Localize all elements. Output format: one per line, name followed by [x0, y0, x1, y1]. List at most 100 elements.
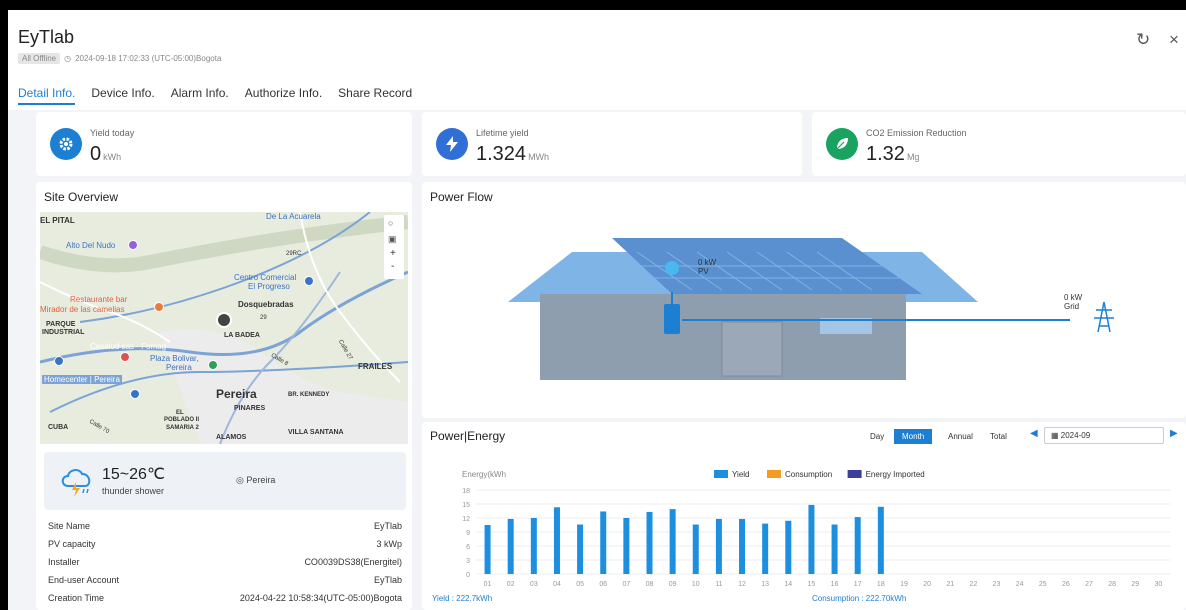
leaf-icon: [826, 128, 858, 160]
legend-label: Consumption: [785, 470, 832, 479]
poi-marker-icon: [120, 352, 130, 362]
tab-authorize-info[interactable]: Authorize Info.: [245, 86, 322, 105]
info-value: EyTlab: [373, 521, 402, 531]
y-tick-label: 0: [466, 572, 470, 579]
date-picker[interactable]: ▦ 2024-09: [1044, 427, 1164, 444]
range-annual-button[interactable]: Annual: [940, 429, 981, 444]
map-label: LA BADEA: [224, 332, 260, 339]
yield-today-label: Yield today: [90, 128, 135, 138]
grid-value: 0 kW: [1064, 293, 1083, 302]
energy-bar-chart: Energy(kWh0369121518Yield Consumption Ener…: [462, 470, 1170, 588]
x-tick-label: 28: [1108, 581, 1116, 588]
map-label: 29RC: [286, 251, 302, 257]
bar: [877, 506, 884, 574]
weather-location: ◎ Pereira: [236, 475, 276, 485]
prev-arrow-icon[interactable]: ◀: [1030, 428, 1038, 439]
map-label: De La Acuarela: [266, 212, 321, 221]
lifetime-yield-value: 1.324 MWh: [476, 143, 550, 165]
map-label: Dosquebradas: [238, 300, 294, 309]
page-title: EyTlab: [18, 27, 75, 47]
close-icon[interactable]: ×: [1169, 30, 1179, 50]
site-overview-title: Site Overview: [44, 190, 119, 204]
map-label: SAMARIA 2: [166, 425, 199, 431]
info-value: 3 kWp: [376, 539, 402, 549]
info-row: End-user Account EyTlab: [48, 575, 402, 585]
map-label: Centro Comercial: [234, 273, 297, 282]
x-tick-label: 09: [669, 581, 677, 588]
map-label: EL PITAL: [40, 216, 75, 225]
lifetime-yield-label: Lifetime yield: [476, 128, 529, 138]
info-label: Site Name: [48, 521, 91, 531]
poi-marker-icon: [54, 356, 64, 366]
x-tick-label: 22: [969, 581, 977, 588]
map-zoom-out-icon[interactable]: -: [391, 261, 394, 272]
tab-detail-info[interactable]: Detail Info.: [18, 86, 76, 105]
co2-reduction-value: 1.32 Mg: [866, 143, 920, 165]
x-tick-label: 07: [622, 581, 630, 588]
yield-today-value: 0 kWh: [90, 143, 122, 165]
map-label: PARQUE: [46, 321, 76, 328]
legend-swatch: [714, 470, 728, 478]
y-tick-label: 12: [462, 516, 470, 523]
x-tick-label: 18: [877, 581, 885, 588]
yield-total: Yield : 222.7kWh: [432, 594, 493, 603]
x-tick-label: 08: [646, 581, 654, 588]
legend-label: Energy Imported: [866, 470, 925, 479]
map-label: El Progreso: [248, 282, 290, 291]
next-arrow-icon[interactable]: ▶: [1170, 428, 1178, 439]
pv-label: PV: [698, 267, 709, 276]
x-tick-label: 29: [1131, 581, 1139, 588]
map-zoom-in-icon[interactable]: +: [390, 248, 396, 259]
info-row: Creation Time 2024-04-22 10:58:34(UTC-05:…: [48, 593, 402, 603]
map-label: ALAMOS: [216, 434, 247, 441]
x-tick-label: 13: [761, 581, 769, 588]
legend-swatch: [847, 470, 862, 478]
power-flow-panel: Power Flow 0 kW PV 0 kW Grid: [422, 182, 1186, 418]
bar: [854, 517, 861, 574]
bar: [762, 523, 769, 574]
x-tick-label: 10: [692, 581, 700, 588]
map-label: Plaza Bolivar,: [150, 354, 199, 363]
x-tick-label: 11: [715, 581, 722, 588]
bar: [692, 524, 699, 574]
map-layers-icon[interactable]: ▣: [388, 234, 397, 245]
x-tick-label: 15: [808, 581, 816, 588]
y-tick-label: 18: [462, 488, 470, 495]
status-timestamp: 2024-09-18 17:02:33 (UTC-05:00)Bogota: [75, 54, 222, 63]
info-label: PV capacity: [48, 539, 96, 549]
map-label: Mirador de las camelias: [40, 305, 125, 314]
site-location-marker-icon[interactable]: [216, 312, 232, 328]
bar: [808, 504, 815, 574]
x-tick-label: 02: [507, 581, 515, 588]
map-locate-icon[interactable]: ○: [388, 218, 393, 228]
poi-marker-icon: [128, 240, 138, 250]
power-energy-title: Power|Energy: [430, 429, 506, 443]
gear-icon: [50, 128, 82, 160]
site-detail-window: EyTlab ↻ × All Offline ◷ 2024-09-18 17:0…: [8, 10, 1186, 610]
site-map[interactable]: EL PITAL De La Acuarela Alto Del Nudo 29…: [40, 212, 408, 444]
refresh-icon[interactable]: ↻: [1136, 30, 1150, 50]
status-badge: All Offline: [18, 53, 61, 64]
tab-device-info[interactable]: Device Info.: [91, 86, 154, 105]
x-tick-label: 06: [599, 581, 607, 588]
lifetime-yield-card: Lifetime yield 1.324 MWh: [422, 112, 802, 176]
range-month-button[interactable]: Month: [894, 429, 933, 444]
x-tick-label: 25: [1039, 581, 1047, 588]
thunder-shower-icon: [61, 469, 91, 497]
map-label: PINARES: [234, 405, 266, 412]
x-tick-label: 26: [1062, 581, 1070, 588]
info-row: PV capacity 3 kWp: [48, 539, 402, 549]
tab-share-record[interactable]: Share Record: [338, 86, 412, 105]
weather-temperature: 15~26℃: [102, 466, 165, 483]
map-label: Alto Del Nudo: [66, 241, 116, 250]
tab-alarm-info[interactable]: Alarm Info.: [171, 86, 229, 105]
legend-swatch: [767, 470, 781, 478]
range-day-button[interactable]: Day: [862, 429, 892, 444]
header: EyTlab ↻ × All Offline ◷ 2024-09-18 17:0…: [8, 10, 1186, 110]
bar: [715, 518, 722, 574]
info-label: Creation Time: [48, 593, 105, 603]
x-tick-label: 14: [784, 581, 792, 588]
poi-marker-icon: [208, 360, 218, 370]
map-label: Pereira: [166, 363, 192, 372]
range-total-button[interactable]: Total: [982, 429, 1015, 444]
